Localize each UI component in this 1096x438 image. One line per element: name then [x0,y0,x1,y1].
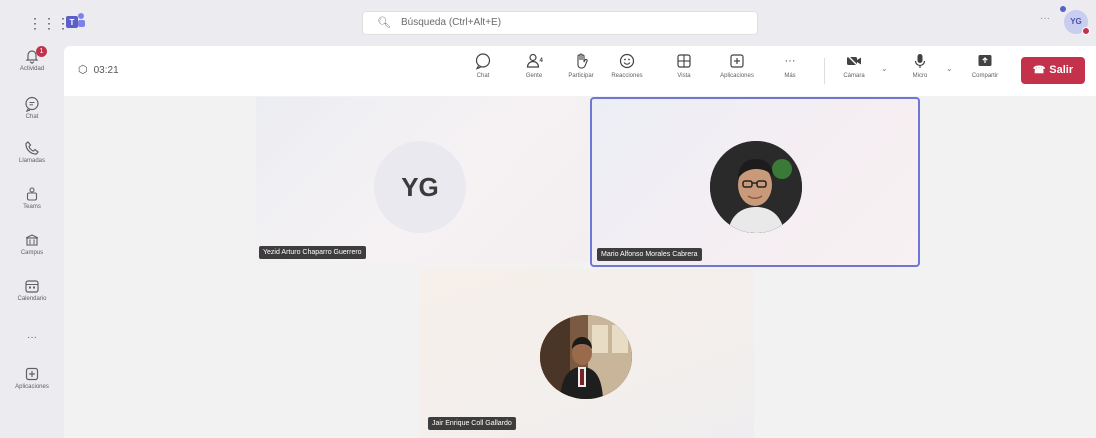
shield-icon: ⬡ [78,64,88,76]
raise-hand-icon [572,52,590,70]
rail-item-label: Llamadas [18,158,45,164]
rail-item-label: Aplicaciones [15,384,49,390]
camera-chevron-down-icon[interactable]: ⌄ [881,64,888,73]
rail-item-label: Chat [25,114,39,120]
participant-name-tag: Yezid Arturo Chaparro Guerrero [259,246,366,259]
campus-icon [24,232,40,248]
view-button-label: Vista [677,73,691,79]
rail-item-label: Teams [23,204,41,210]
user-initials: YG [1070,17,1082,26]
people-button-label: Gente [525,73,543,79]
svg-text:4: 4 [540,58,544,64]
chat-icon [474,52,492,70]
hang-up-icon: ☎ [1032,65,1046,76]
meeting-toolbar: ⬡ 03:21 Chat 4 Gente Participar Reaccione… [64,46,1096,96]
people-button[interactable]: 4 Gente [511,52,557,92]
app-bar: 1 Actividad Chat Llamadas Teams Campus C… [0,46,64,438]
participant-tile[interactable]: Jair Enrique Coll Gallardo [420,269,754,438]
more-button[interactable]: ··· Más [767,52,813,92]
more-button-label: Más [784,73,796,79]
view-button[interactable]: Vista [661,52,707,92]
more-icon: ··· [27,332,37,343]
phone-icon [24,140,40,156]
participant-name-tag: Jair Enrique Coll Gallardo [428,417,516,430]
more-options-icon[interactable]: ··· [1040,13,1050,24]
teams-logo-icon: T [66,13,85,28]
toolbar-divider [824,58,825,84]
reactions-button[interactable]: Reacciones [604,52,650,92]
camera-button-label: Cámara [843,73,865,79]
apps-button-label: Aplicaciones [720,73,754,79]
search-icon: 🔍︎ [377,17,391,29]
notification-dot-icon [1060,6,1066,12]
grid-view-icon [675,52,693,70]
app-launcher-icon[interactable]: ⋮⋮⋮ [28,16,70,30]
rail-item-calls[interactable]: Llamadas [0,138,64,180]
search-placeholder: Búsqueda (Ctrl+Alt+E) [401,17,502,28]
chat-button[interactable]: Chat [460,52,506,92]
add-app-icon [728,52,746,70]
rail-item-apps[interactable]: Aplicaciones [0,364,64,406]
rail-item-label: Campus [20,250,44,256]
video-stage: YG Yezid Arturo Chaparro Guerrero Mario … [64,96,1096,438]
participant-avatar-photo [540,315,632,399]
chat-button-label: Chat [476,73,490,79]
rail-item-label: Calendario [17,296,47,302]
mic-button-label: Micro [912,73,928,79]
svg-text:T: T [70,18,75,27]
share-button[interactable]: Compartir [962,52,1008,92]
search-input[interactable]: 🔍︎ Búsqueda (Ctrl+Alt+E) [362,11,758,35]
mic-icon [911,52,929,70]
rail-item-label: Actividad [19,66,45,72]
raise-hand-button[interactable]: Participar [558,52,604,92]
timer-value: 03:21 [93,65,119,76]
activity-badge: 1 [36,46,47,57]
calendar-icon [24,278,40,294]
meeting-timer: ⬡ 03:21 [78,63,119,76]
share-icon [976,52,994,70]
raise-hand-button-label: Participar [568,73,594,79]
mic-chevron-down-icon[interactable]: ⌄ [946,64,953,73]
participant-avatar-photo [710,141,802,233]
rail-item-chat[interactable]: Chat [0,94,64,136]
leave-button[interactable]: ☎ Salir [1021,57,1085,84]
apps-button[interactable]: Aplicaciones [714,52,760,92]
participant-avatar-initials: YG [374,141,466,233]
share-button-label: Compartir [971,73,999,79]
apps-icon [24,366,40,382]
title-bar: ⋮⋮⋮ T 🔍︎ Búsqueda (Ctrl+Alt+E) ··· YG [0,0,1096,46]
status-busy-icon [1082,27,1090,35]
user-avatar[interactable]: YG [1060,6,1090,35]
camera-off-icon [845,52,863,70]
participant-tile-active-speaker[interactable]: Mario Alfonso Morales Cabrera [590,97,920,267]
participant-tile[interactable]: YG Yezid Arturo Chaparro Guerrero [256,97,588,263]
smiley-icon [618,52,636,70]
rail-item-campus[interactable]: Campus [0,230,64,272]
camera-button[interactable]: Cámara [831,52,877,92]
reactions-button-label: Reacciones [611,73,643,79]
rail-item-activity[interactable]: 1 Actividad [0,46,64,88]
people-icon: 4 [525,52,544,70]
rail-item-teams[interactable]: Teams [0,184,64,226]
teams-icon [24,186,40,202]
leave-button-label: Salir [1049,64,1074,76]
mic-button[interactable]: Micro [897,52,943,92]
more-icon: ··· [784,55,796,67]
participant-name-tag: Mario Alfonso Morales Cabrera [597,248,702,261]
chat-icon [24,96,40,113]
rail-item-calendar[interactable]: Calendario [0,276,64,318]
